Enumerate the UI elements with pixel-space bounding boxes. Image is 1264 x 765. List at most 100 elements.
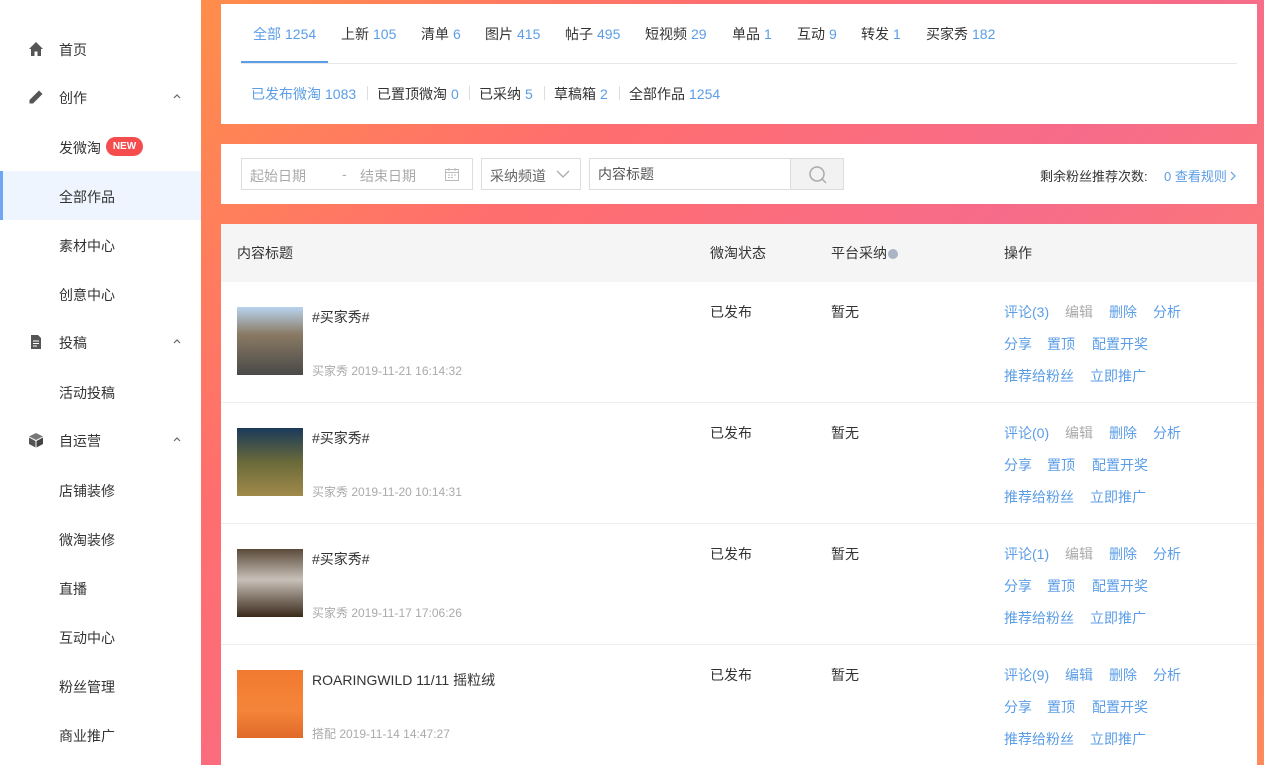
promote-link[interactable]: 立即推广 [1090, 487, 1146, 507]
promote-link[interactable]: 立即推广 [1090, 729, 1146, 749]
share-link[interactable]: 分享 [1004, 455, 1032, 475]
tab-list[interactable]: 清单 6 [421, 24, 461, 44]
sidebar-item-create[interactable]: 创作 [0, 72, 201, 121]
tab-divider [241, 63, 1237, 64]
tab-short-video[interactable]: 短视频 29 [645, 24, 707, 44]
share-link[interactable]: 分享 [1004, 334, 1032, 354]
title-search-input[interactable] [589, 158, 791, 190]
comment-link[interactable]: 评论(3) [1004, 302, 1049, 322]
promote-link[interactable]: 立即推广 [1090, 608, 1146, 628]
post-thumbnail[interactable] [237, 670, 303, 738]
pin-link[interactable]: 置顶 [1047, 455, 1075, 475]
tab-buyer-show[interactable]: 买家秀 182 [926, 24, 995, 44]
subtab-adopted[interactable]: 已采纳 5 [479, 84, 533, 104]
lottery-link[interactable]: 配置开奖 [1092, 697, 1148, 717]
lottery-link[interactable]: 配置开奖 [1092, 455, 1148, 475]
subtab-drafts[interactable]: 草稿箱 2 [554, 84, 608, 104]
comment-link[interactable]: 评论(0) [1004, 423, 1049, 443]
divider [544, 86, 545, 100]
sidebar: 首页 创作 发微淘 NEW 全部作品 素材中心 创意中心 投稿 活动投稿 自运营… [0, 0, 201, 765]
post-title[interactable]: #买家秀# [312, 428, 370, 448]
lottery-link[interactable]: 配置开奖 [1092, 334, 1148, 354]
sidebar-item-fans-management[interactable]: 粉丝管理 [0, 661, 201, 710]
tab-all[interactable]: 全部 1254 [253, 24, 316, 44]
subtab-pinned[interactable]: 已置顶微淘 0 [377, 84, 459, 104]
post-title[interactable]: #买家秀# [312, 549, 370, 569]
pin-link[interactable]: 置顶 [1047, 334, 1075, 354]
subtab-published[interactable]: 已发布微淘 1083 [251, 84, 356, 104]
share-link[interactable]: 分享 [1004, 576, 1032, 596]
chevron-right-icon [1231, 171, 1237, 181]
search-button[interactable] [790, 158, 844, 190]
comment-link[interactable]: 评论(1) [1004, 544, 1049, 564]
search-icon [809, 166, 827, 184]
sidebar-item-label: 商业推广 [59, 728, 115, 744]
sidebar-item-idea-center[interactable]: 创意中心 [0, 269, 201, 318]
post-title[interactable]: #买家秀# [312, 307, 370, 327]
comment-link[interactable]: 评论(9) [1004, 665, 1049, 685]
sidebar-item-live[interactable]: 直播 [0, 563, 201, 612]
delete-link[interactable]: 删除 [1109, 302, 1137, 322]
sidebar-item-all-works[interactable]: 全部作品 [0, 171, 201, 220]
date-range-picker[interactable]: 起始日期 - 结束日期 [241, 158, 473, 190]
delete-link[interactable]: 删除 [1109, 423, 1137, 443]
lottery-link[interactable]: 配置开奖 [1092, 576, 1148, 596]
view-rules-link[interactable]: 0 查看规则 [1164, 166, 1237, 185]
tab-label: 全部 [253, 26, 281, 42]
delete-link[interactable]: 删除 [1109, 544, 1137, 564]
analyze-link[interactable]: 分析 [1153, 423, 1181, 443]
sidebar-item-label: 店铺装修 [59, 483, 115, 499]
sidebar-item-home[interactable]: 首页 [0, 24, 201, 73]
tab-posts[interactable]: 帖子 495 [565, 24, 620, 44]
recommend-to-fans-link[interactable]: 推荐给粉丝 [1004, 366, 1074, 386]
sidebar-item-label: 互动中心 [59, 630, 115, 646]
post-title[interactable]: ROARINGWILD 11/11 摇粒绒 [312, 670, 495, 690]
channel-select[interactable]: 采纳频道 [481, 158, 581, 190]
subtab-count: 0 [451, 86, 459, 102]
tab-single-item[interactable]: 单品 1 [732, 24, 772, 44]
pin-link[interactable]: 置顶 [1047, 576, 1075, 596]
sidebar-item-post-weitao[interactable]: 发微淘 [0, 122, 201, 171]
sidebar-item-submission[interactable]: 投稿 [0, 317, 201, 366]
sidebar-item-label: 首页 [59, 42, 87, 58]
sidebar-item-commercial-promotion[interactable]: 商业推广 [0, 710, 201, 759]
tab-label: 短视频 [645, 26, 687, 42]
sidebar-item-material-center[interactable]: 素材中心 [0, 220, 201, 269]
recommend-to-fans-link[interactable]: 推荐给粉丝 [1004, 729, 1074, 749]
promote-link[interactable]: 立即推广 [1090, 366, 1146, 386]
analyze-link[interactable]: 分析 [1153, 665, 1181, 685]
recommend-to-fans-link[interactable]: 推荐给粉丝 [1004, 608, 1074, 628]
sidebar-item-activity-submission[interactable]: 活动投稿 [0, 367, 201, 416]
tab-label: 帖子 [565, 26, 593, 42]
edit-link[interactable]: 编辑 [1065, 665, 1093, 685]
tab-new[interactable]: 上新 105 [341, 24, 396, 44]
sidebar-item-self-operation[interactable]: 自运营 [0, 415, 201, 464]
recommend-to-fans-link[interactable]: 推荐给粉丝 [1004, 487, 1074, 507]
info-icon[interactable] [888, 249, 898, 260]
tab-interaction[interactable]: 互动 9 [797, 24, 837, 44]
sidebar-item-label: 发微淘 [59, 140, 101, 156]
delete-link[interactable]: 删除 [1109, 665, 1137, 685]
tab-label: 单品 [732, 26, 760, 42]
post-thumbnail[interactable] [237, 428, 303, 496]
new-badge: NEW [106, 137, 143, 156]
pin-link[interactable]: 置顶 [1047, 697, 1075, 717]
sidebar-item-weitao-decoration[interactable]: 微淘装修 [0, 514, 201, 563]
tab-count: 1 [764, 26, 772, 42]
divider [367, 86, 368, 100]
subtab-all-works[interactable]: 全部作品 1254 [629, 84, 720, 104]
tab-label: 互动 [797, 26, 825, 42]
date-separator: - [342, 166, 347, 182]
sidebar-item-label: 直播 [59, 581, 87, 597]
post-thumbnail[interactable] [237, 307, 303, 375]
sidebar-item-shop-decoration[interactable]: 店铺装修 [0, 465, 201, 514]
sidebar-item-interaction-center[interactable]: 互动中心 [0, 612, 201, 661]
sidebar-item-label: 粉丝管理 [59, 679, 115, 695]
post-thumbnail[interactable] [237, 549, 303, 617]
tab-images[interactable]: 图片 415 [485, 24, 540, 44]
tab-forward[interactable]: 转发 1 [861, 24, 901, 44]
analyze-link[interactable]: 分析 [1153, 302, 1181, 322]
share-link[interactable]: 分享 [1004, 697, 1032, 717]
analyze-link[interactable]: 分析 [1153, 544, 1181, 564]
divider [619, 86, 620, 100]
